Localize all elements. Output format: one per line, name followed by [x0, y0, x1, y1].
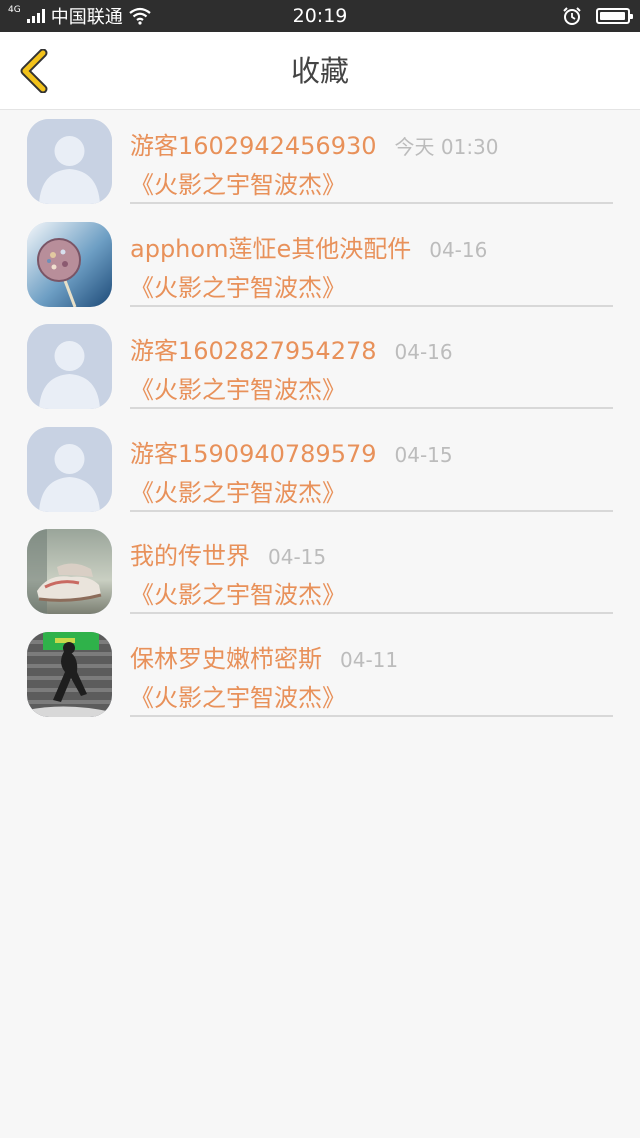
- item-header: 游客1590940789579 04-15: [130, 434, 453, 469]
- battery-icon: [596, 8, 633, 24]
- avatar[interactable]: [27, 324, 112, 409]
- username[interactable]: 游客1590940789579: [130, 434, 377, 469]
- item-time: 今天 01:30: [394, 135, 499, 159]
- item-text: 游客1602827954278 04-16 《火影之宇智波杰》: [130, 315, 613, 409]
- book-title[interactable]: 《火影之宇智波杰》: [130, 165, 346, 200]
- username[interactable]: apphom莲怔e其他泱配件: [130, 229, 411, 264]
- item-header: 游客1602942456930 今天 01:30: [130, 126, 499, 161]
- item-time: 04-15: [394, 442, 453, 467]
- item-time: 04-16: [429, 237, 488, 262]
- username[interactable]: 游客1602827954278: [130, 331, 377, 366]
- avatar[interactable]: [27, 529, 112, 614]
- battery-fill: [600, 12, 625, 20]
- list-item[interactable]: 保林罗史嫩栉密斯 04-11 《火影之宇智波杰》: [0, 623, 640, 726]
- item-text: apphom莲怔e其他泱配件 04-16 《火影之宇智波杰》: [130, 213, 613, 307]
- item-text: 我的传世界 04-15 《火影之宇智波杰》: [130, 520, 613, 614]
- status-time: 20:19: [292, 5, 348, 27]
- sneakers-photo-icon: [27, 529, 112, 614]
- status-bar: 4G 中国联通 20:19: [0, 0, 640, 32]
- username[interactable]: 游客1602942456930: [130, 126, 377, 161]
- dancer-photo-icon: [27, 631, 112, 717]
- list-item[interactable]: 游客1602942456930 今天 01:30 《火影之宇智波杰》: [0, 110, 640, 213]
- default-avatar-icon: [27, 119, 112, 204]
- list-item[interactable]: 游客1602827954278 04-16 《火影之宇智波杰》: [0, 315, 640, 418]
- book-title[interactable]: 《火影之宇智波杰》: [130, 575, 346, 610]
- default-avatar-icon: [27, 324, 112, 409]
- item-time: 04-15: [268, 545, 327, 569]
- item-header: apphom莲怔e其他泱配件 04-16: [130, 229, 487, 264]
- item-header: 我的传世界 04-15: [130, 536, 326, 571]
- item-time: 04-11: [340, 647, 399, 672]
- book-title[interactable]: 《火影之宇智波杰》: [130, 268, 346, 303]
- item-time: 04-16: [394, 340, 453, 364]
- page-title: 收藏: [290, 54, 349, 88]
- list-item[interactable]: apphom莲怔e其他泱配件 04-16 《火影之宇智波杰》: [0, 213, 640, 316]
- item-text: 游客1602942456930 今天 01:30 《火影之宇智波杰》: [130, 110, 613, 204]
- avatar[interactable]: [27, 426, 112, 512]
- username[interactable]: 我的传世界: [130, 536, 250, 571]
- username[interactable]: 保林罗史嫩栉密斯: [130, 639, 322, 674]
- avatar[interactable]: [27, 119, 112, 204]
- favorites-list: 游客1602942456930 今天 01:30 《火影之宇智波杰》 appho…: [0, 110, 640, 725]
- item-header: 保林罗史嫩栉密斯 04-11: [130, 639, 398, 674]
- lollipop-photo-icon: [27, 221, 112, 307]
- avatar[interactable]: [27, 221, 112, 307]
- item-text: 游客1590940789579 04-15 《火影之宇智波杰》: [130, 418, 613, 512]
- list-item[interactable]: 游客1590940789579 04-15 《火影之宇智波杰》: [0, 418, 640, 521]
- avatar[interactable]: [27, 631, 112, 717]
- alarm-icon: [563, 7, 581, 25]
- book-title[interactable]: 《火影之宇智波杰》: [130, 370, 346, 405]
- item-header: 游客1602827954278 04-16: [130, 331, 453, 366]
- default-avatar-icon: [27, 426, 112, 512]
- list-item[interactable]: 我的传世界 04-15 《火影之宇智波杰》: [0, 520, 640, 623]
- book-title[interactable]: 《火影之宇智波杰》: [130, 678, 346, 713]
- status-right: [562, 0, 633, 32]
- nav-bar: 收藏: [0, 32, 640, 110]
- item-text: 保林罗史嫩栉密斯 04-11 《火影之宇智波杰》: [130, 623, 613, 717]
- book-title[interactable]: 《火影之宇智波杰》: [130, 473, 346, 508]
